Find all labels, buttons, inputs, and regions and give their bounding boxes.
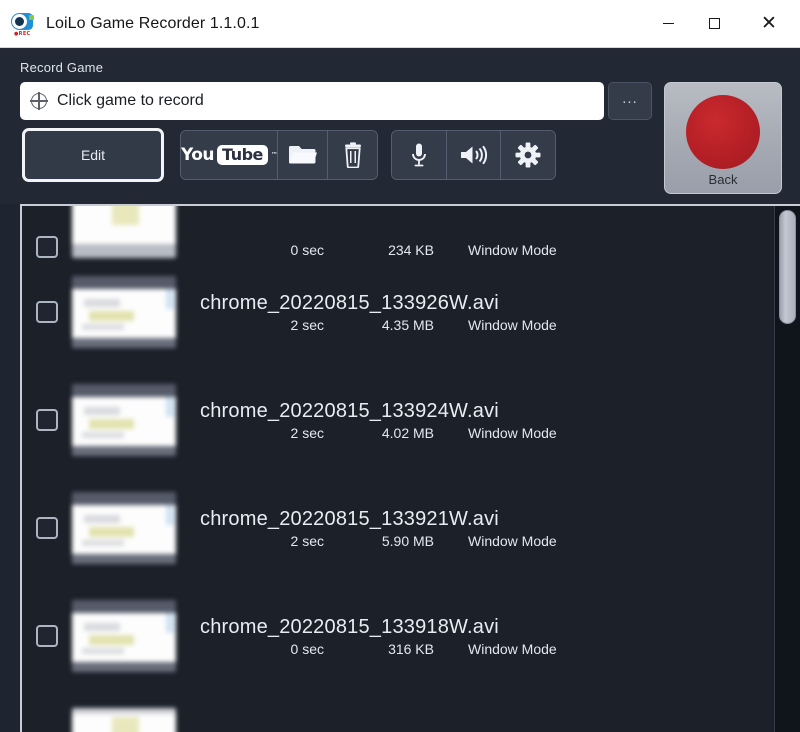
table-row[interactable] xyxy=(22,690,774,732)
browse-button[interactable]: ... xyxy=(608,82,652,120)
row-thumbnail xyxy=(72,492,176,564)
record-game-label: Record Game xyxy=(20,60,104,75)
row-info: 0 sec 234 KB Window Mode xyxy=(190,242,774,258)
row-checkbox[interactable] xyxy=(36,517,58,539)
loilo-eye-icon: ●REC xyxy=(11,11,37,37)
row-meta: 0 sec 316 KB Window Mode xyxy=(200,641,774,657)
scrollbar-thumb[interactable] xyxy=(779,210,796,324)
row-mode: Window Mode xyxy=(468,532,557,549)
toolbar-group-settings xyxy=(391,130,556,180)
table-row[interactable]: chrome_20220815_133921W.avi 2 sec 5.90 M… xyxy=(22,474,774,582)
toolbar-group-media: You Tube ™ xyxy=(180,130,378,180)
row-info: chrome_20220815_133924W.avi 2 sec 4.02 M… xyxy=(190,400,774,441)
row-thumbnail xyxy=(72,384,176,456)
row-info: chrome_20220815_133918W.avi 0 sec 316 KB… xyxy=(190,616,774,657)
action-toolbar: Edit You Tube ™ xyxy=(20,128,652,182)
row-thumbnail xyxy=(72,708,176,732)
delete-button[interactable] xyxy=(328,131,377,179)
row-checkbox[interactable] xyxy=(36,409,58,431)
row-meta: 2 sec 4.35 MB Window Mode xyxy=(200,317,774,333)
table-row[interactable]: chrome_20220815_133918W.avi 0 sec 316 KB… xyxy=(22,582,774,690)
row-duration: 0 sec xyxy=(290,242,324,258)
game-select-input[interactable]: Click game to record xyxy=(20,82,604,120)
close-icon: ✕ xyxy=(761,13,777,34)
row-mode: Window Mode xyxy=(468,316,557,333)
crosshair-icon xyxy=(30,92,48,110)
row-size: 234 KB xyxy=(388,242,434,258)
row-meta: 2 sec 5.90 MB Window Mode xyxy=(200,533,774,549)
row-filename: chrome_20220815_133918W.avi xyxy=(200,615,499,638)
edit-button[interactable]: Edit xyxy=(22,128,164,182)
row-checkbox[interactable] xyxy=(36,301,58,323)
open-folder-button[interactable] xyxy=(278,131,329,179)
record-panel: Record Game Click game to record ... Edi… xyxy=(0,48,800,204)
table-row[interactable]: chrome_20220815_133926W.avi 2 sec 4.35 M… xyxy=(22,258,774,366)
recording-list-body: 0 sec 234 KB Window Mode chrome_20220815… xyxy=(22,206,774,732)
row-filename: chrome_20220815_133926W.avi xyxy=(200,291,499,314)
record-button-label: Back xyxy=(708,172,738,187)
row-size: 316 KB xyxy=(388,640,434,657)
row-size: 4.35 MB xyxy=(381,316,434,333)
row-mode: Window Mode xyxy=(468,640,557,657)
row-meta: 2 sec 4.02 MB Window Mode xyxy=(200,425,774,441)
row-info: chrome_20220815_133926W.avi 2 sec 4.35 M… xyxy=(190,292,774,333)
game-input-row: Click game to record ... xyxy=(20,82,652,120)
title-bar-left: ●REC LoiLo Game Recorder 1.1.0.1 xyxy=(0,11,645,37)
close-button[interactable]: ✕ xyxy=(738,0,800,47)
row-thumbnail xyxy=(72,206,176,258)
game-input-placeholder: Click game to record xyxy=(57,92,204,109)
minimize-icon xyxy=(662,23,674,24)
youtube-tm: ™ xyxy=(270,151,278,159)
recording-list: 0 sec 234 KB Window Mode chrome_20220815… xyxy=(20,204,800,732)
record-row: Click game to record ... Edit YouTube™ xyxy=(20,82,782,194)
row-duration: 2 sec xyxy=(290,532,324,549)
microphone-icon xyxy=(411,143,426,167)
row-filename: chrome_20220815_133921W.avi xyxy=(200,507,499,530)
microphone-button[interactable] xyxy=(392,131,447,179)
record-button[interactable]: Back xyxy=(664,82,782,194)
row-thumbnail xyxy=(72,276,176,348)
row-mode: Window Mode xyxy=(468,424,557,441)
record-dot-icon xyxy=(686,95,760,169)
window-title: LoiLo Game Recorder 1.1.0.1 xyxy=(46,14,260,32)
row-checkbox[interactable] xyxy=(36,625,58,647)
app-window: ●REC LoiLo Game Recorder 1.1.0.1 ✕ Recor… xyxy=(0,0,800,732)
maximize-button[interactable] xyxy=(691,0,738,47)
row-meta: 0 sec 234 KB Window Mode xyxy=(200,242,774,258)
title-bar: ●REC LoiLo Game Recorder 1.1.0.1 ✕ xyxy=(0,0,800,48)
folder-icon xyxy=(288,146,317,164)
row-info: chrome_20220815_133921W.avi 2 sec 5.90 M… xyxy=(190,508,774,549)
row-duration: 2 sec xyxy=(290,424,324,441)
row-duration: 0 sec xyxy=(290,640,324,657)
row-size: 5.90 MB xyxy=(381,532,434,549)
youtube-button[interactable]: You Tube ™ xyxy=(181,131,279,179)
row-filename: chrome_20220815_133924W.avi xyxy=(200,399,499,422)
volume-button[interactable] xyxy=(446,131,502,179)
row-checkbox[interactable] xyxy=(36,236,58,258)
gear-icon xyxy=(515,142,541,168)
speaker-icon xyxy=(460,145,487,165)
youtube-you-text: You xyxy=(181,145,215,165)
youtube-tube-text: Tube xyxy=(217,145,268,165)
row-mode: Window Mode xyxy=(468,242,557,258)
record-controls-left: Click game to record ... Edit You Tube ™ xyxy=(20,82,652,182)
vertical-scrollbar[interactable] xyxy=(774,206,800,732)
table-row[interactable]: 0 sec 234 KB Window Mode xyxy=(22,206,774,258)
youtube-logo: You Tube ™ xyxy=(181,145,278,165)
row-thumbnail xyxy=(72,600,176,672)
minimize-button[interactable] xyxy=(645,0,691,47)
table-row[interactable]: chrome_20220815_133924W.avi 2 sec 4.02 M… xyxy=(22,366,774,474)
row-size: 4.02 MB xyxy=(381,424,434,441)
trash-icon xyxy=(344,142,361,168)
maximize-icon xyxy=(709,18,720,29)
row-duration: 2 sec xyxy=(290,316,324,333)
settings-button[interactable] xyxy=(501,131,555,179)
window-controls: ✕ xyxy=(645,0,800,47)
